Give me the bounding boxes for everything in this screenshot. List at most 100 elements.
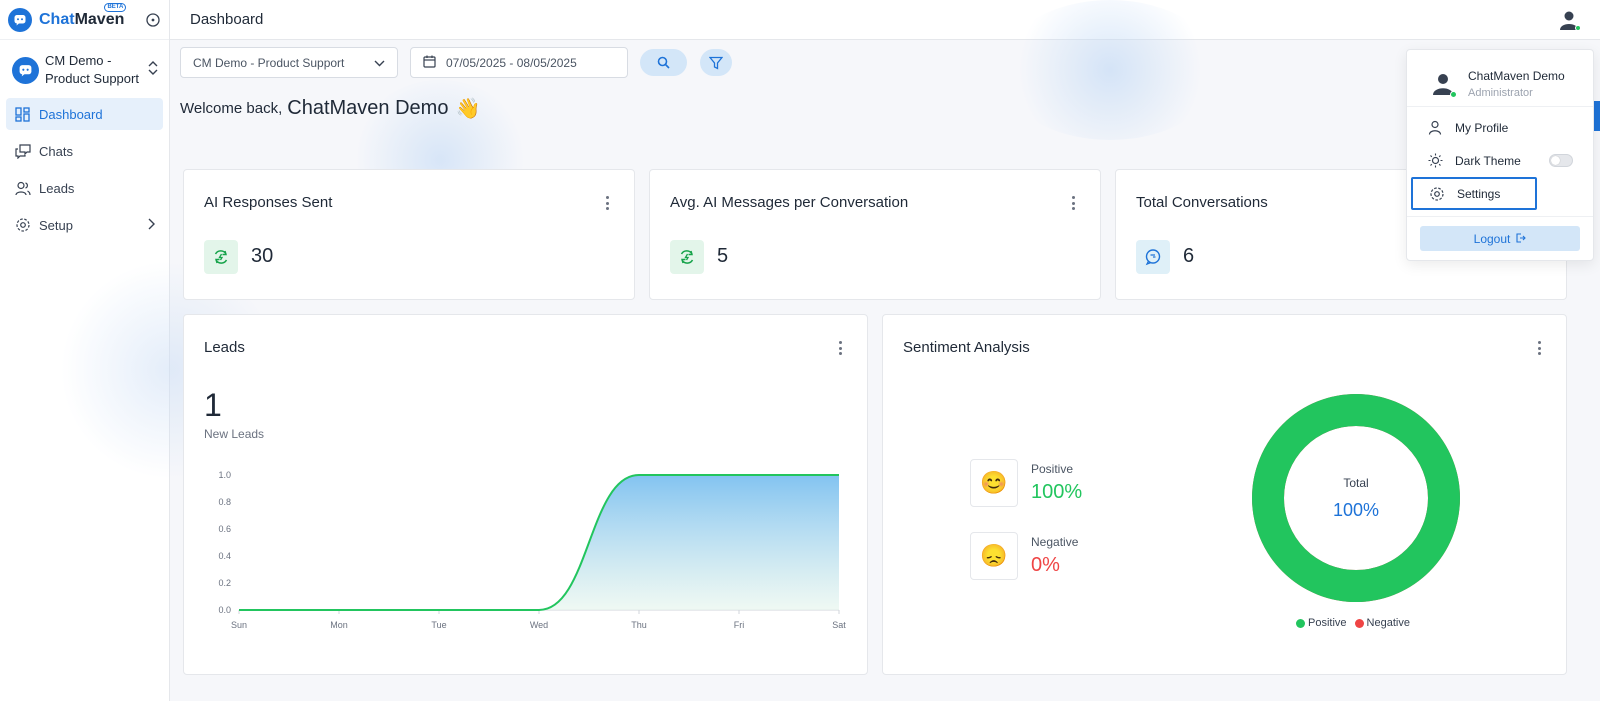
x-tick-label: Sun: [231, 620, 247, 630]
profile-avatar: [1427, 68, 1459, 100]
welcome-message: Welcome back, ChatMaven Demo 👋: [180, 96, 480, 121]
history-clock-icon[interactable]: [145, 12, 161, 28]
waving-hand-icon: 👋: [455, 98, 481, 120]
stat-card-title: Avg. AI Messages per Conversation: [670, 194, 909, 211]
leads-card: Leads 1 New Leads 1.0 0.8 0.6 0.4 0.2 0.0 Sun M…: [183, 314, 868, 675]
x-tick-label: Sat: [832, 620, 846, 630]
date-range-value: 07/05/2025 - 08/05/2025: [446, 55, 577, 70]
chevron-down-icon: [374, 56, 385, 70]
stat-card-avg-messages: Avg. AI Messages per Conversation 5: [649, 169, 1101, 300]
x-tick-label: Tue: [431, 620, 446, 630]
more-options-icon[interactable]: [606, 196, 610, 210]
y-tick-label: 0.6: [218, 524, 231, 534]
dark-theme-toggle[interactable]: [1549, 154, 1573, 167]
filter-bar: CM Demo - Product Support 07/05/2025 - 0…: [180, 47, 732, 78]
y-tick-label: 0.4: [218, 551, 231, 561]
sentiment-card-title: Sentiment Analysis: [903, 339, 1030, 356]
menu-item-label: My Profile: [1455, 120, 1509, 135]
logo-row: ChatMaven BETA: [0, 0, 169, 40]
logout-button[interactable]: Logout: [1420, 226, 1580, 251]
user-menu-button[interactable]: [1558, 9, 1581, 31]
smiling-face-icon: 😊: [970, 459, 1018, 507]
menu-item-my-profile[interactable]: My Profile: [1407, 111, 1593, 144]
scroll-indicator: [1594, 101, 1600, 131]
top-header: Dashboard: [170, 0, 1600, 40]
menu-item-settings[interactable]: Settings: [1411, 177, 1537, 210]
chat-bubble-icon: [1136, 240, 1170, 274]
brand-name-maven: Maven: [74, 10, 125, 28]
y-tick-label: 0.0: [218, 605, 231, 615]
main-content: CM Demo - Product Support 07/05/2025 - 0…: [60, 0, 1600, 701]
leads-count: 1: [204, 387, 222, 423]
users-icon: [14, 180, 31, 197]
negative-label: Negative: [1031, 535, 1079, 549]
legend-label: Negative: [1366, 617, 1410, 629]
dashboard-icon: [14, 106, 31, 123]
workspace-select-value: CM Demo - Product Support: [193, 55, 345, 70]
stat-value: 6: [1183, 245, 1195, 267]
sidebar-item-setup[interactable]: Setup: [6, 209, 163, 241]
menu-item-dark-theme[interactable]: Dark Theme: [1407, 144, 1593, 177]
stat-card-title: Total Conversations: [1136, 194, 1268, 211]
logout-icon: [1516, 232, 1527, 246]
date-range-picker[interactable]: 07/05/2025 - 08/05/2025: [410, 47, 628, 78]
more-options-icon[interactable]: [839, 341, 843, 355]
sidebar-item-leads[interactable]: Leads: [6, 172, 163, 204]
y-tick-label: 0.2: [218, 578, 231, 588]
workspace-name: CM Demo - Product Support: [45, 53, 139, 86]
leads-line-chart: 1.0 0.8 0.6 0.4 0.2 0.0Sun Mon Tue Wed Thu Fri Sat: [218, 470, 846, 630]
positive-label: Positive: [1031, 462, 1074, 476]
more-options-icon[interactable]: [1072, 196, 1076, 210]
legend-dot: [1354, 618, 1364, 628]
ai-refresh-icon: [204, 240, 238, 274]
sentiment-legend: Positive Negative: [1296, 617, 1418, 629]
online-status-dot: [1575, 24, 1581, 31]
y-tick-label: 0.8: [218, 497, 231, 507]
sidebar-item-dashboard[interactable]: Dashboard: [6, 98, 163, 130]
x-tick-label: Wed: [530, 620, 548, 630]
positive-percentage: 100%: [1031, 481, 1083, 503]
stat-card-ai-responses: AI Responses Sent 30: [183, 169, 635, 300]
profile-role: Administrator: [1468, 87, 1533, 99]
search-button[interactable]: [640, 49, 687, 76]
sad-face-icon: 😞: [970, 532, 1018, 580]
menu-item-label: Settings: [1457, 186, 1501, 201]
profile-dropdown-menu: ChatMaven Demo Administrator My Profile …: [1406, 49, 1594, 261]
workspace-switcher[interactable]: CM Demo - Product Support: [0, 40, 169, 98]
sidebar-item-label: Dashboard: [39, 106, 103, 122]
leads-label: New Leads: [204, 427, 265, 441]
chatmaven-logo-icon[interactable]: [8, 7, 32, 32]
profile-name: ChatMaven Demo: [1468, 69, 1565, 83]
stat-value: 5: [717, 245, 729, 267]
y-tick-label: 1.0: [218, 470, 231, 480]
menu-divider: [1407, 216, 1593, 217]
filter-button[interactable]: [700, 49, 732, 76]
page-title: Dashboard: [190, 11, 264, 28]
legend-item-positive[interactable]: Positive: [1296, 617, 1347, 629]
workspace-select[interactable]: CM Demo - Product Support: [180, 47, 398, 78]
negative-percentage: 0%: [1031, 554, 1060, 576]
chevron-updown-icon[interactable]: [147, 59, 159, 82]
calendar-icon: [423, 55, 436, 71]
brand-name: ChatMaven BETA: [39, 2, 127, 29]
legend-item-negative[interactable]: Negative: [1354, 617, 1410, 629]
legend-label: Positive: [1308, 617, 1347, 629]
sidebar-item-label: Leads: [39, 180, 75, 196]
sidebar-item-label: Setup: [39, 217, 73, 233]
gear-icon: [14, 217, 31, 234]
welcome-user-name: ChatMaven Demo: [287, 97, 449, 119]
sidebar-item-label: Chats: [39, 143, 73, 159]
donut-center: Total 100%: [1296, 476, 1416, 521]
sidebar-nav: Dashboard Chats Leads Setup: [0, 98, 169, 241]
welcome-prefix: Welcome back,: [180, 100, 283, 117]
leads-area-fill: [239, 475, 839, 610]
donut-total-value: 100%: [1332, 500, 1380, 520]
donut-total-label: Total: [1343, 476, 1369, 490]
sun-icon: [1427, 153, 1443, 169]
online-status-dot: [1450, 91, 1457, 98]
more-options-icon[interactable]: [1538, 341, 1542, 355]
leads-card-title: Leads: [204, 339, 245, 356]
stat-card-title: AI Responses Sent: [204, 194, 333, 211]
menu-item-label: Dark Theme: [1455, 153, 1521, 168]
sidebar-item-chats[interactable]: Chats: [6, 135, 163, 167]
